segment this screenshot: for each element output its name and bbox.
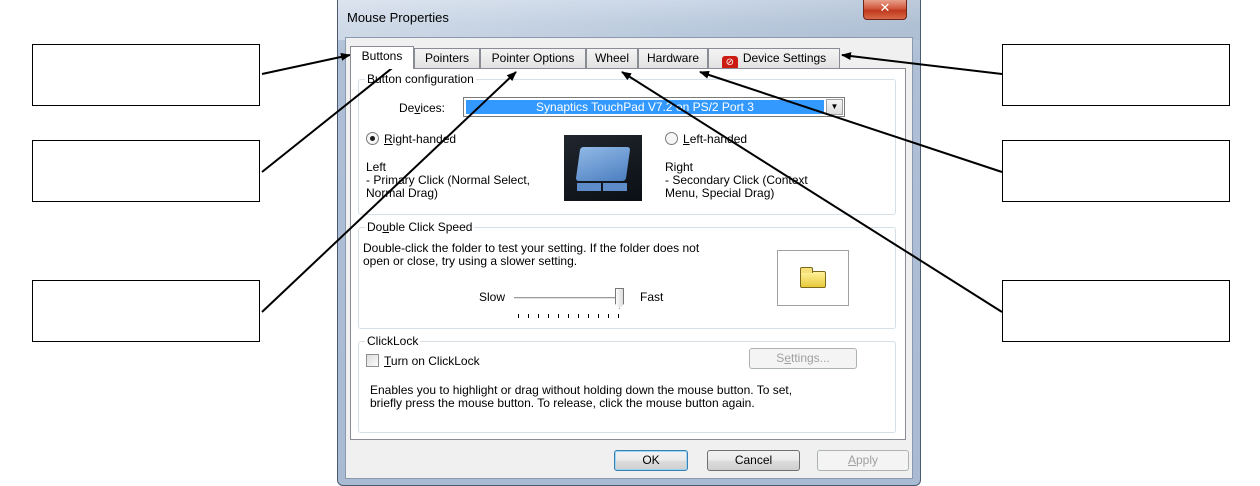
slider-tick — [568, 314, 569, 318]
left-button-description: Left - Primary Click (Normal Select, Nor… — [366, 160, 531, 200]
chevron-down-icon[interactable]: ▼ — [826, 99, 843, 115]
double-click-speed-slider[interactable] — [514, 297, 620, 300]
left-handed-rest: eft-handed — [689, 132, 748, 146]
double-click-speed-legend: Double Click Speed — [365, 220, 475, 234]
test-folder-box[interactable] — [777, 250, 849, 306]
right-handed-label: Right-handed — [384, 133, 456, 146]
callout-box-bottom-left — [32, 280, 260, 342]
clicklock-group: ClickLock Turn on ClickLock Settings... … — [358, 334, 896, 433]
fast-label: Fast — [640, 290, 664, 304]
callout-box-bottom-right — [1002, 280, 1230, 342]
double-click-speed-group: Double Click Speed Double-click the fold… — [358, 220, 896, 329]
slider-tick — [538, 314, 539, 318]
devices-label-pre: De — [399, 101, 415, 115]
tab-buttons[interactable]: Buttons — [350, 46, 414, 69]
mouse-properties-window: Mouse Properties ✕ Buttons Pointers Poin… — [337, 0, 921, 486]
clicklock-label-rest: urn on ClickLock — [390, 354, 480, 368]
clicklock-checkbox-label: Turn on ClickLock — [384, 355, 480, 368]
button-configuration-group: Button configuration Devices: Synaptics … — [358, 72, 896, 215]
double-click-legend-pre: Do — [367, 220, 383, 234]
slider-tick — [528, 314, 529, 318]
settings-key: e — [784, 351, 791, 365]
touchpad-image — [564, 135, 642, 201]
tab-pointer-options[interactable]: Pointer Options — [480, 48, 586, 68]
apply-key: A — [847, 453, 856, 467]
touchpad-left-button-shape — [577, 183, 601, 191]
folder-icon[interactable] — [800, 267, 826, 288]
dialog-client-area: Buttons Pointers Pointer Options Wheel H… — [345, 37, 913, 479]
devices-select-value: Synaptics TouchPad V7.2 on PS/2 Port 3 — [466, 100, 824, 114]
left-handed-key: L — [683, 132, 690, 146]
slider-tick — [558, 314, 559, 318]
right-handed-key: R — [384, 132, 393, 146]
tab-pointer-options-label: Pointer Options — [491, 51, 575, 65]
slider-thumb[interactable] — [615, 288, 624, 309]
tab-pointers-label: Pointers — [424, 51, 470, 65]
clicklock-legend: ClickLock — [365, 334, 421, 348]
close-icon: ✕ — [879, 1, 891, 16]
tab-device-settings[interactable]: ⊘ Device Settings — [708, 48, 840, 70]
buttons-tab-pane: Button configuration Devices: Synaptics … — [350, 68, 906, 440]
tab-device-settings-label: Device Settings — [742, 51, 827, 65]
callout-box-top-left — [32, 44, 260, 106]
tab-hardware[interactable]: Hardware — [638, 48, 708, 68]
slider-ticks — [518, 314, 619, 318]
double-click-legend-post: ble Click Speed — [389, 220, 473, 234]
slider-tick — [578, 314, 579, 318]
tab-buttons-label: Buttons — [361, 49, 403, 63]
tab-wheel-label: Wheel — [594, 51, 629, 65]
right-handed-radio[interactable] — [366, 132, 379, 145]
callout-box-mid-right — [1002, 140, 1230, 202]
devices-label-post: ices: — [420, 101, 446, 115]
callout-box-mid-left — [32, 140, 260, 202]
clicklock-description: Enables you to highlight or drag without… — [370, 383, 793, 410]
double-click-description: Double-click the folder to test your set… — [363, 241, 700, 268]
devices-label: Devices: — [399, 102, 445, 115]
left-handed-label: Left-handed — [683, 133, 747, 146]
clicklock-checkbox[interactable] — [366, 354, 379, 367]
devices-select[interactable]: Synaptics TouchPad V7.2 on PS/2 Port 3 ▼ — [463, 97, 845, 117]
slider-tick — [518, 314, 519, 318]
tab-wheel[interactable]: Wheel — [586, 48, 638, 68]
apply-button[interactable]: Apply — [817, 450, 909, 471]
tab-pointers[interactable]: Pointers — [414, 48, 480, 68]
clicklock-label-key: T — [384, 354, 391, 368]
left-handed-radio[interactable] — [665, 132, 678, 145]
callout-box-top-right — [1002, 44, 1230, 106]
slider-tick — [598, 314, 599, 318]
slider-tick — [548, 314, 549, 318]
tab-hardware-label: Hardware — [646, 51, 700, 65]
cancel-button[interactable]: Cancel — [707, 450, 800, 471]
close-button[interactable]: ✕ — [863, 0, 907, 20]
window-title: Mouse Properties — [347, 10, 449, 25]
apply-rest: pply — [856, 453, 879, 467]
button-configuration-legend: Button configuration — [365, 72, 476, 86]
settings-post: ttings... — [791, 351, 830, 365]
ok-button[interactable]: OK — [614, 450, 688, 471]
slider-tick — [588, 314, 589, 318]
right-handed-rest: ight-handed — [392, 132, 457, 146]
clicklock-settings-button[interactable]: Settings... — [749, 348, 857, 369]
slow-label: Slow — [479, 290, 506, 304]
slider-tick — [618, 314, 619, 318]
touchpad-surface-shape — [575, 147, 631, 181]
slider-tick — [608, 314, 609, 318]
touchpad-right-button-shape — [603, 183, 627, 191]
right-button-description: Right - Secondary Click (Context Menu, S… — [665, 160, 808, 200]
